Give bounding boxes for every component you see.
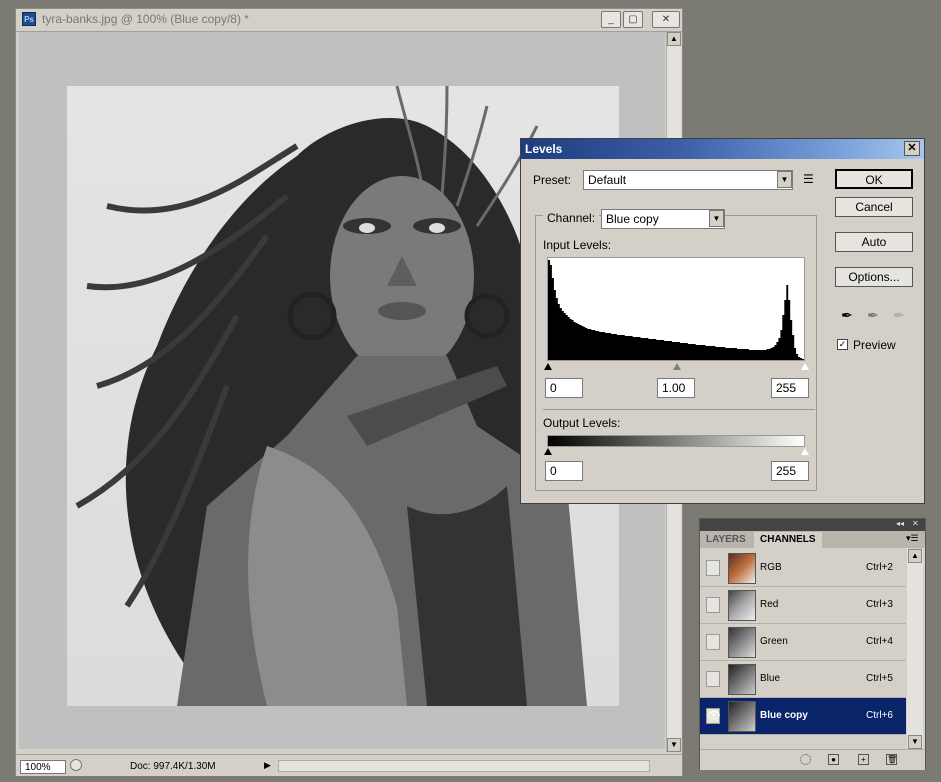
zoom-icon[interactable] [70,759,82,771]
channel-row-green[interactable]: Green Ctrl+4 [700,624,906,661]
preview-label: Preview [853,338,896,352]
preview-checkbox[interactable]: ✓ [837,339,848,350]
preset-dropdown[interactable]: Default [583,170,793,190]
panel-tabs: LAYERS CHANNELS ▾☰ [700,531,925,548]
levels-title-bar[interactable]: Levels ✕ [521,139,924,159]
scroll-down-arrow-icon[interactable]: ▼ [667,738,681,752]
channel-name: RGB [760,562,782,573]
visibility-toggle[interactable] [706,634,720,650]
channel-shortcut: Ctrl+3 [866,599,893,610]
channel-chevron-down-icon[interactable]: ▼ [709,210,724,227]
channel-dropdown[interactable]: Blue copy [601,209,725,229]
channel-thumbnail [728,664,756,695]
collapse-panel-icon[interactable]: ◂◂ [896,519,904,528]
panel-scrollbar[interactable]: ▲ ▼ [907,549,923,749]
channel-row-red[interactable]: Red Ctrl+3 [700,587,906,624]
input-black-field[interactable]: 0 [545,378,583,398]
options-button[interactable]: Options... [835,267,913,287]
histogram-area [548,260,804,360]
close-button[interactable]: ✕ [652,11,680,28]
document-title: tyra-banks.jpg @ 100% (Blue copy/8) * [42,12,249,26]
load-selection-icon[interactable] [800,754,811,765]
minimize-button[interactable]: _ [601,11,621,28]
gray-eyedropper-icon[interactable]: ✒ [867,307,879,324]
zoom-level-field[interactable]: 100% [20,760,66,774]
levels-close-icon[interactable]: ✕ [904,141,920,156]
channel-shortcut: Ctrl+6 [866,710,893,721]
channel-row-rgb[interactable]: RGB Ctrl+2 [700,550,906,587]
document-title-bar[interactable]: Ps tyra-banks.jpg @ 100% (Blue copy/8) *… [16,9,682,32]
eye-icon[interactable]: 👁 [706,708,721,724]
visibility-toggle[interactable] [706,597,720,613]
input-gamma-slider[interactable] [673,363,681,370]
output-white-slider[interactable] [801,448,809,455]
histogram-graph [548,260,804,360]
preset-chevron-down-icon[interactable]: ▼ [777,171,792,188]
output-black-field[interactable]: 0 [545,461,583,481]
channel-list: RGB Ctrl+2 Red Ctrl+3 Green Ctrl+4 Blue … [700,550,906,750]
levels-title: Levels [525,142,563,156]
input-white-slider[interactable] [801,363,809,370]
channel-row-blue[interactable]: Blue Ctrl+5 [700,661,906,698]
cancel-button[interactable]: Cancel [835,197,913,217]
channel-shortcut: Ctrl+5 [866,673,893,684]
save-selection-icon[interactable]: ● [828,754,839,765]
ok-button[interactable]: OK [835,169,913,189]
input-white-field[interactable]: 255 [771,378,809,398]
preset-label: Preset: [533,173,572,187]
preset-value: Default [588,173,627,187]
panel-menu-icon[interactable]: ▾☰ [906,533,919,544]
status-menu-arrow-icon[interactable]: ▶ [264,760,271,771]
panel-scroll-up-icon[interactable]: ▲ [908,549,922,563]
panel-scroll-down-icon[interactable]: ▼ [908,735,922,749]
input-levels-label: Input Levels: [543,238,612,252]
scroll-up-arrow-icon[interactable]: ▲ [667,32,681,46]
black-eyedropper-icon[interactable]: ✒ [841,307,853,324]
photoshop-app-icon: Ps [22,12,36,26]
tab-channels[interactable]: CHANNELS [754,532,822,548]
panel-header-bar[interactable]: ◂◂ ✕ [700,519,925,531]
channel-shortcut: Ctrl+4 [866,636,893,647]
channels-panel: ◂◂ ✕ LAYERS CHANNELS ▾☰ RGB Ctrl+2 Red C… [699,518,926,770]
output-white-field[interactable]: 255 [771,461,809,481]
maximize-button[interactable]: ▢ [623,11,643,28]
channel-thumbnail [728,553,756,584]
channel-name: Green [760,636,788,647]
output-black-slider[interactable] [544,448,552,455]
preset-options-icon[interactable]: ☰ [803,172,814,186]
channel-row-blue-copy[interactable]: 👁 Blue copy Ctrl+6 [700,698,906,735]
output-levels-label: Output Levels: [543,416,621,430]
tab-layers[interactable]: LAYERS [700,532,752,548]
visibility-toggle[interactable] [706,671,720,687]
close-panel-icon[interactable]: ✕ [912,519,919,528]
histogram [547,257,805,361]
channel-value: Blue copy [606,212,659,226]
input-black-slider[interactable] [544,363,552,370]
channel-thumbnail [728,590,756,621]
channel-thumbnail [728,627,756,658]
document-info: Doc: 997.4K/1.30M [130,761,216,772]
trash-icon[interactable]: 🗑 [886,754,897,765]
channel-name: Red [760,599,779,610]
new-channel-icon[interactable]: + [858,754,869,765]
output-gradient-bar [547,435,805,447]
auto-button[interactable]: Auto [835,232,913,252]
levels-dialog: Levels ✕ Preset: Default ▼ ☰ Channel: Bl… [520,138,925,504]
input-gamma-field[interactable]: 1.00 [657,378,695,398]
levels-divider [543,409,815,410]
white-eyedropper-icon[interactable]: ✒ [893,307,905,324]
horizontal-scrollbar[interactable] [278,760,650,772]
panel-footer: ● + 🗑 [700,749,925,770]
visibility-toggle[interactable] [706,560,720,576]
channel-name: Blue [760,673,781,684]
channel-thumbnail [728,701,756,732]
channel-label: Channel: [543,211,600,225]
channel-shortcut: Ctrl+2 [866,562,893,573]
status-bar: 100% Doc: 997.4K/1.30M ▶ [16,754,682,776]
channel-name: Blue copy [760,710,808,721]
